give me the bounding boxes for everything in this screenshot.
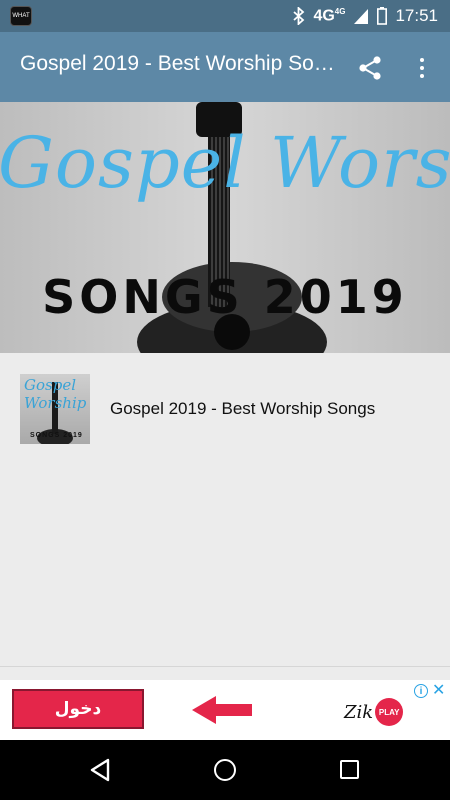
share-icon <box>359 56 381 80</box>
back-icon[interactable] <box>88 758 112 782</box>
ad-brand-logo: Zik PLAY <box>344 698 404 726</box>
ad-enter-button[interactable]: دخول <box>12 689 144 729</box>
more-options-button[interactable] <box>410 54 434 82</box>
home-icon[interactable] <box>214 759 236 781</box>
thumb-text-1: Gospel <box>24 376 76 394</box>
network-indicator: 4G4G <box>313 6 346 25</box>
ad-banner[interactable]: دخول Zik PLAY i ✕ <box>0 680 450 740</box>
banner-bold-text: SONGS 2019 <box>42 270 408 324</box>
navigation-bar <box>0 740 450 800</box>
close-icon[interactable]: ✕ <box>432 680 445 700</box>
bluetooth-icon <box>293 7 305 25</box>
battery-icon <box>377 7 388 25</box>
notification-icon: WHAT <box>10 6 32 26</box>
info-icon[interactable]: i <box>414 684 428 698</box>
app-bar: Gospel 2019 - Best Worship Songs <box>0 32 450 102</box>
signal-icon <box>354 9 369 24</box>
thumb-text-2: Worship <box>24 394 87 412</box>
header-banner-image: Gospel Worship SONGS 2019 <box>0 102 450 353</box>
ad-brand-badge: PLAY <box>375 698 404 726</box>
clock: 17:51 <box>395 6 438 25</box>
divider <box>0 666 450 667</box>
status-bar: WHAT 4G4G 17:51 <box>0 0 450 32</box>
share-button[interactable] <box>356 54 384 82</box>
ad-brand-text: Zik <box>344 701 374 723</box>
banner-script-text: Gospel Worship <box>0 122 450 204</box>
item-thumbnail: Gospel Worship SONGS 2019 <box>20 374 90 444</box>
more-vert-icon <box>420 58 424 62</box>
list-item[interactable]: Gospel Worship SONGS 2019 Gospel 2019 - … <box>0 353 450 449</box>
app-title: Gospel 2019 - Best Worship Songs <box>20 52 335 75</box>
arrow-left-icon <box>192 696 252 724</box>
status-icons: 4G4G 17:51 <box>293 0 438 32</box>
thumb-text-3: SONGS 2019 <box>30 432 83 439</box>
recents-icon[interactable] <box>340 760 359 779</box>
item-title: Gospel 2019 - Best Worship Songs <box>110 399 376 418</box>
